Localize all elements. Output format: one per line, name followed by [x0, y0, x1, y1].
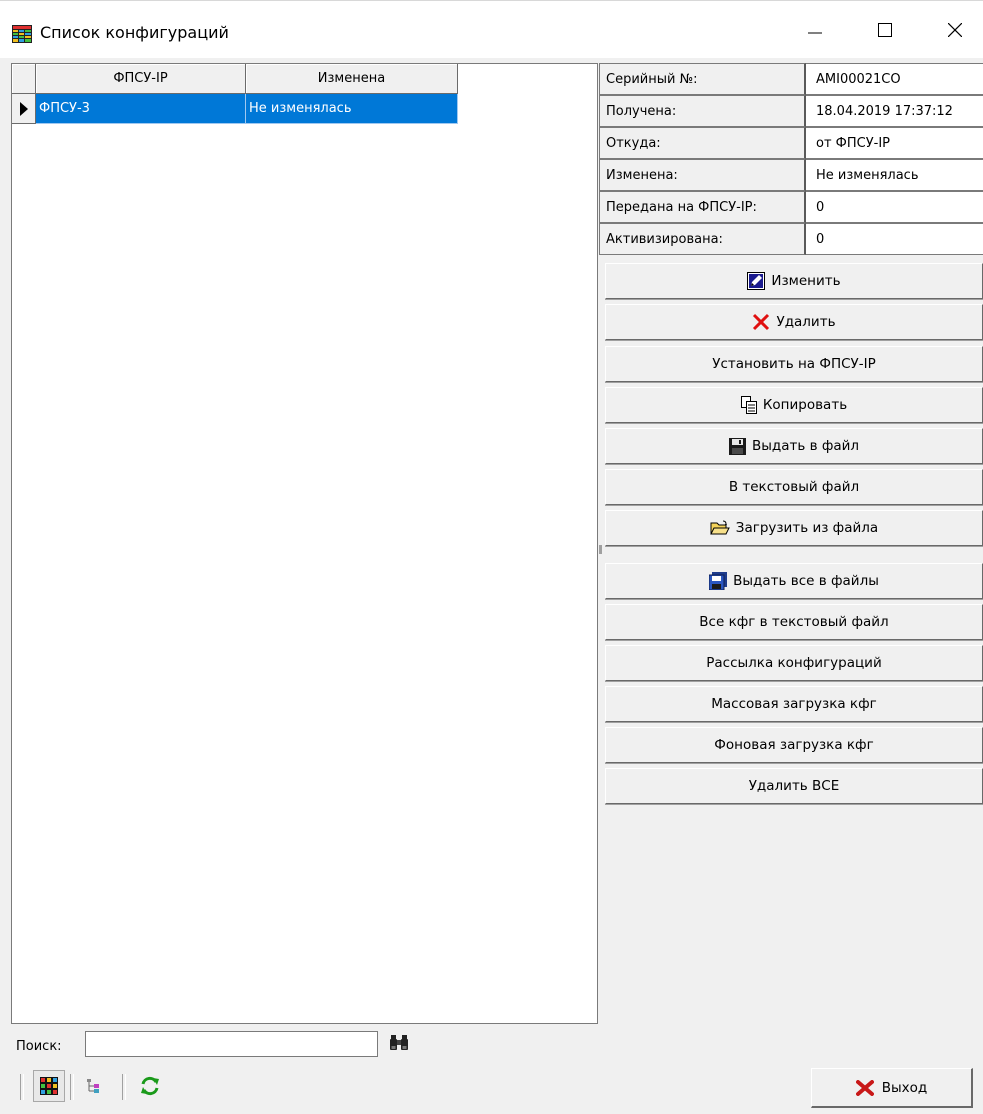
export-all-label: Выдать все в файлы — [733, 573, 879, 589]
close-icon — [948, 23, 962, 37]
toolbar-separator — [70, 1074, 74, 1100]
search-button[interactable] — [388, 1032, 410, 1054]
property-label: Изменена: — [599, 159, 806, 191]
export-file-label: Выдать в файл — [751, 438, 860, 454]
edit-icon — [747, 272, 766, 290]
refresh-button[interactable] — [134, 1070, 166, 1102]
property-row: Получена: 18.04.2019 17:37:12 — [599, 95, 983, 127]
tree-view-button[interactable] — [78, 1070, 110, 1102]
text-file-button[interactable]: В текстовый файл — [605, 469, 983, 505]
grid-header: ФПСУ-IP Изменена — [12, 64, 472, 94]
distribute-label: Рассылка конфигураций — [706, 655, 882, 671]
open-folder-icon — [709, 520, 730, 535]
mass-load-button[interactable]: Массовая загрузка кфг — [605, 686, 983, 722]
distribute-button[interactable]: Рассылка конфигураций — [605, 645, 983, 681]
maximize-button[interactable] — [856, 1, 914, 59]
copy-button[interactable]: Копировать — [605, 387, 983, 423]
property-label: Получена: — [599, 95, 806, 127]
edit-label: Изменить — [771, 273, 841, 289]
property-row: Передана на ФПСУ-IP: 0 — [599, 191, 983, 223]
property-row: Откуда: от ФПСУ-IP — [599, 127, 983, 159]
exit-button[interactable]: Выход — [811, 1068, 973, 1108]
delete-all-label: Удалить ВСЕ — [748, 778, 840, 794]
property-value: Не изменялась — [806, 159, 983, 191]
floppy-stack-icon — [709, 572, 728, 590]
all-text-button[interactable]: Все кфг в текстовый файл — [605, 604, 983, 640]
binoculars-icon — [390, 1035, 408, 1050]
mass-load-label: Массовая загрузка кфг — [711, 696, 877, 712]
close-button[interactable] — [926, 1, 983, 59]
grid-view-icon — [40, 1077, 58, 1095]
grid-header-indicator — [12, 64, 36, 94]
column-header-changed[interactable]: Изменена — [246, 64, 458, 94]
config-grid[interactable]: ФПСУ-IP Изменена ФПСУ-3 Не изменялась — [11, 63, 598, 1024]
row-indicator — [12, 94, 36, 124]
properties-table: Серийный №: AMI00021CO Получена: 18.04.201… — [599, 63, 983, 255]
property-label: Откуда: — [599, 127, 806, 159]
background-load-label: Фоновая загрузка кфг — [714, 737, 874, 753]
maximize-icon — [878, 23, 892, 37]
copy-label: Копировать — [762, 397, 848, 413]
property-value: AMI00021CO — [806, 63, 983, 95]
title-bar: Список конфигураций — [0, 0, 983, 58]
export-file-button[interactable]: Выдать в файл — [605, 428, 983, 464]
property-label: Активизирована: — [599, 223, 806, 255]
edit-button[interactable]: Изменить — [605, 263, 983, 299]
property-value: 0 — [806, 191, 983, 223]
search-label: Поиск: — [16, 1039, 62, 1054]
grid-view-button[interactable] — [33, 1070, 65, 1102]
export-all-button[interactable]: Выдать все в файлы — [605, 563, 983, 599]
exit-x-icon — [855, 1079, 874, 1096]
load-file-label: Загрузить из файла — [735, 520, 879, 536]
background-load-button[interactable]: Фоновая загрузка кфг — [605, 727, 983, 763]
property-row: Изменена: Не изменялась — [599, 159, 983, 191]
current-row-arrow-icon — [19, 101, 28, 116]
property-value: 0 — [806, 223, 983, 255]
load-file-button[interactable]: Загрузить из файла — [605, 510, 983, 546]
toolbar-separator — [122, 1074, 126, 1100]
exit-label: Выход — [881, 1079, 928, 1096]
install-label: Установить на ФПСУ-IP — [712, 356, 876, 372]
property-value: 18.04.2019 17:37:12 — [806, 95, 983, 127]
toolbar-grip — [20, 1074, 24, 1100]
property-value: от ФПСУ-IP — [806, 127, 983, 159]
install-button[interactable]: Установить на ФПСУ-IP — [605, 346, 983, 382]
floppy-icon — [728, 437, 746, 455]
column-header-device[interactable]: ФПСУ-IP — [36, 64, 246, 94]
property-row: Активизирована: 0 — [599, 223, 983, 255]
cell-changed[interactable]: Не изменялась — [246, 94, 458, 124]
search-input[interactable] — [85, 1031, 378, 1057]
tree-view-icon — [87, 1079, 99, 1093]
property-row: Серийный №: AMI00021CO — [599, 63, 983, 95]
cell-device[interactable]: ФПСУ-3 — [36, 94, 246, 124]
table-icon — [12, 25, 32, 43]
property-label: Передана на ФПСУ-IP: — [599, 191, 806, 223]
delete-label: Удалить — [776, 314, 836, 330]
separator-grip — [599, 545, 602, 554]
refresh-icon — [141, 1076, 159, 1096]
window-title: Список конфигураций — [40, 23, 229, 42]
minimize-icon — [808, 32, 822, 34]
minimize-button[interactable] — [786, 1, 844, 59]
property-label: Серийный №: — [599, 63, 806, 95]
delete-x-icon — [753, 313, 770, 331]
all-text-label: Все кфг в текстовый файл — [699, 614, 889, 630]
delete-button[interactable]: Удалить — [605, 304, 983, 340]
copy-icon — [740, 396, 757, 414]
delete-all-button[interactable]: Удалить ВСЕ — [605, 768, 983, 804]
table-row[interactable]: ФПСУ-3 Не изменялась — [12, 94, 472, 124]
text-file-label: В текстовый файл — [728, 479, 860, 495]
